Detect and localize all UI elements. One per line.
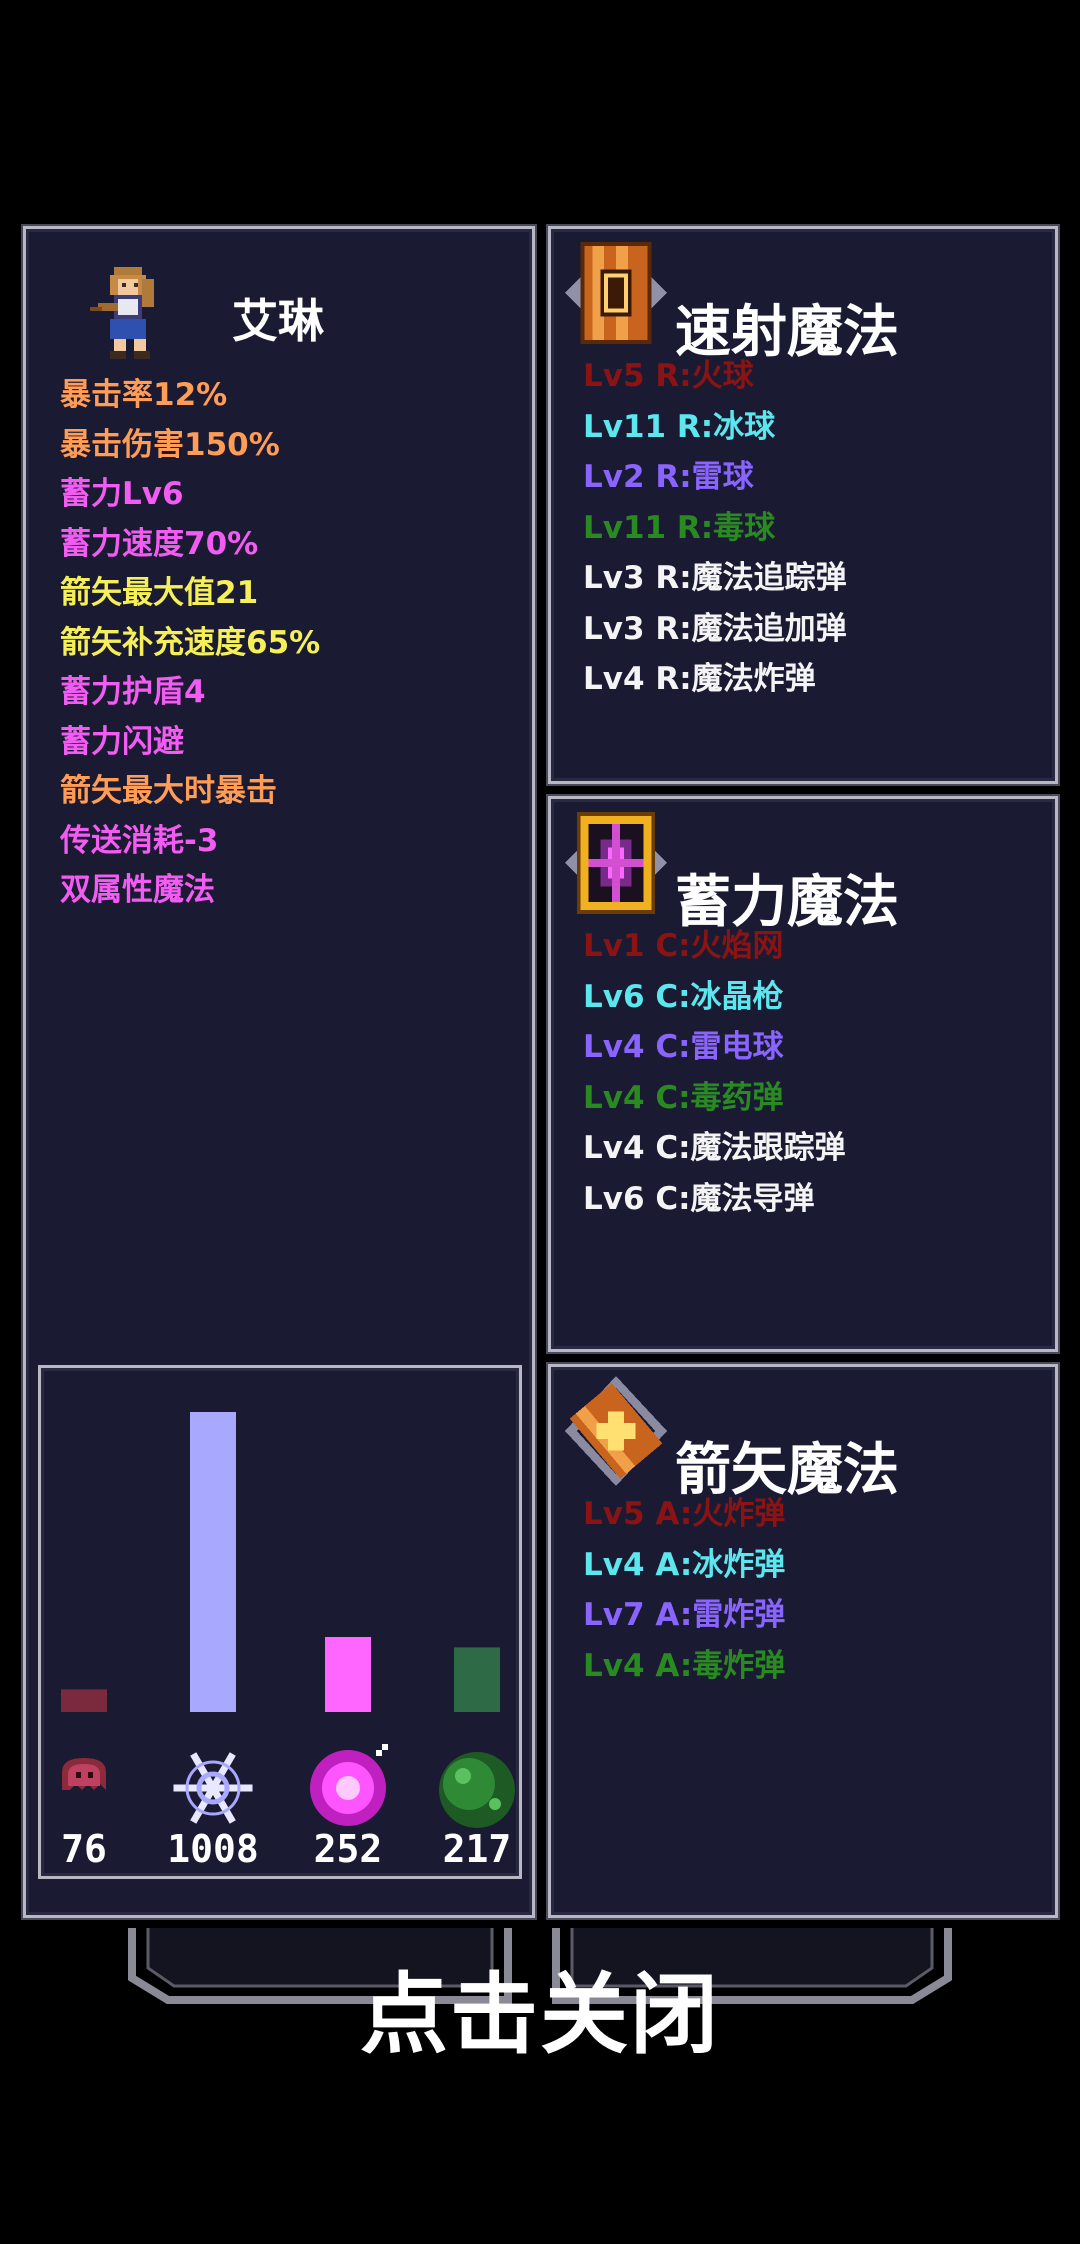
character-stat: 双属性魔法 <box>60 872 215 908</box>
rapid-magic-panel: 速射魔法 Lv5 R:火球 Lv11 R:冰球 Lv2 R:雷球 Lv11 R:毒球 L… <box>548 226 1058 784</box>
poison-blob-icon <box>439 1752 515 1828</box>
charge-spell-item: Lv4 C:毒药弹 <box>583 1079 784 1116</box>
character-stat: 暴击伤害150% <box>60 426 280 463</box>
rapid-spell-item: Lv5 R:火球 <box>583 358 754 394</box>
rapid-spell-item: Lv3 R:魔法追踪弹 <box>583 560 847 596</box>
character-stat: 暴击率12% <box>60 377 228 413</box>
charge-spell-item: Lv6 C:魔法导弹 <box>583 1180 815 1217</box>
arrow-spell-item: Lv4 A:冰炸弹 <box>583 1546 786 1583</box>
character-header: 艾琳 <box>66 259 486 369</box>
damage-bar-ice <box>190 1412 236 1712</box>
rapid-magic-scroll-icon <box>565 242 667 344</box>
arrow-magic-panel: 箭矢魔法 Lv5 A:火炸弹 Lv4 A:冰炸弹 Lv7 A:雷炸弹 Lv4 A:毒炸… <box>548 1364 1058 1918</box>
rapid-spell-item: Lv3 R:魔法追加弹 <box>583 610 847 647</box>
character-name: 艾琳 <box>232 294 324 348</box>
character-stat: 箭矢最大时暴击 <box>60 773 277 809</box>
character-stat: 蓄力护盾4 <box>60 674 206 710</box>
character-portrait-icon <box>90 267 154 359</box>
damage-value-label: 217 <box>443 1827 512 1871</box>
arrow-magic-scroll-icon <box>565 1376 667 1486</box>
charge-spell-item: Lv4 C:雷电球 <box>583 1029 784 1065</box>
fire-ghost-icon <box>62 1758 106 1790</box>
character-stat: 传送消耗-3 <box>60 822 219 859</box>
element-icons <box>62 1744 515 1828</box>
thunder-orb-icon <box>310 1744 388 1826</box>
charge-spell-item: Lv6 C:冰晶枪 <box>583 978 784 1015</box>
character-stat: 蓄力速度70% <box>60 525 259 562</box>
damage-bar-thunder <box>325 1637 371 1712</box>
character-stat: 箭矢补充速度65% <box>60 624 321 661</box>
damage-chart: 76 1008 252 217 <box>61 1412 515 1871</box>
damage-value-label: 252 <box>314 1827 383 1871</box>
charge-magic-panel: 蓄力魔法 Lv1 C:火焰网 Lv6 C:冰晶枪 Lv4 C:雷电球 Lv4 C:毒药… <box>548 796 1058 1352</box>
character-panel: 艾琳 暴击率12% 暴击伤害150% 蓄力Lv6 蓄力速度70% 箭矢最大值21 箭矢补充… <box>23 226 535 1918</box>
charge-magic-sigil-icon <box>565 812 667 914</box>
arrow-spell-item: Lv4 A:毒炸弹 <box>583 1647 786 1684</box>
arrow-spell-item: Lv5 A:火炸弹 <box>583 1496 786 1532</box>
damage-bar-poison <box>454 1647 500 1712</box>
close-button[interactable]: 点击关闭 <box>300 1955 780 2075</box>
rapid-spell-item: Lv11 R:毒球 <box>583 509 776 546</box>
rapid-spell-item: Lv11 R:冰球 <box>583 408 776 445</box>
character-stat: 蓄力Lv6 <box>60 476 184 512</box>
charge-spell-item: Lv4 C:魔法跟踪弹 <box>583 1130 846 1166</box>
rapid-magic-spell-list: Lv5 R:火球 Lv11 R:冰球 Lv2 R:雷球 Lv11 R:毒球 Lv3 R:… <box>583 351 847 705</box>
charge-spell-item: Lv1 C:火焰网 <box>583 928 784 964</box>
damage-chart-box: 76 1008 252 217 <box>38 1365 522 1879</box>
arrow-magic-spell-list: Lv5 A:火炸弹 Lv4 A:冰炸弹 Lv7 A:雷炸弹 Lv4 A:毒炸弹 <box>583 1489 785 1691</box>
character-stat: 箭矢最大值21 <box>60 575 259 611</box>
ice-snowflake-icon <box>173 1752 253 1824</box>
damage-bar-fire <box>61 1689 107 1712</box>
character-stat-list: 暴击率12% 暴击伤害150% 蓄力Lv6 蓄力速度70% 箭矢最大值21 箭矢补充速度6… <box>60 371 320 916</box>
arrow-spell-item: Lv7 A:雷炸弹 <box>583 1597 786 1633</box>
character-stat: 蓄力闪避 <box>60 723 184 760</box>
rapid-spell-item: Lv4 R:魔法炸弹 <box>583 661 816 697</box>
rapid-spell-item: Lv2 R:雷球 <box>583 459 754 495</box>
damage-value-label: 1008 <box>167 1827 259 1871</box>
damage-value-label: 76 <box>61 1827 107 1871</box>
charge-magic-spell-list: Lv1 C:火焰网 Lv6 C:冰晶枪 Lv4 C:雷电球 Lv4 C:毒药弹 Lv4 … <box>583 921 845 1224</box>
